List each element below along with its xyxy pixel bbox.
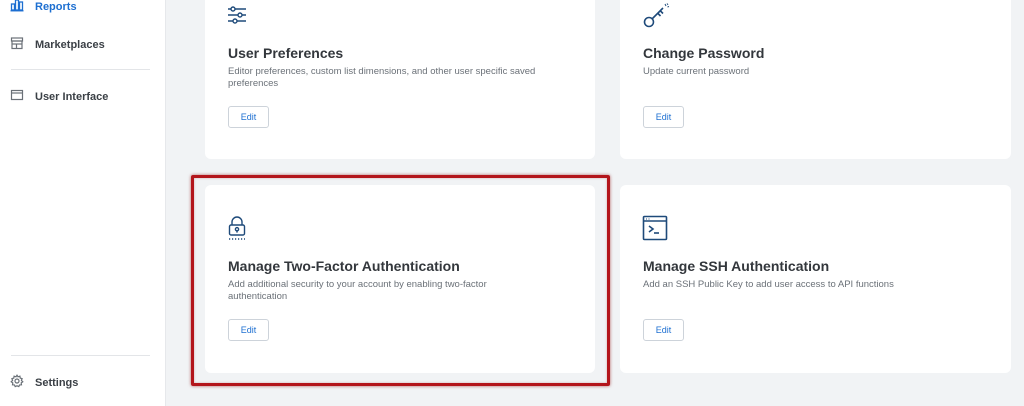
sidebar-divider bbox=[11, 69, 150, 70]
card-description: Add additional security to your account … bbox=[228, 279, 487, 302]
user-preferences-card: User Preferences Editor preferences, cus… bbox=[205, 0, 595, 159]
card-description: Editor preferences, custom list dimensio… bbox=[228, 66, 536, 89]
main-content: User Preferences Editor preferences, cus… bbox=[166, 0, 1024, 406]
two-factor-card: Manage Two-Factor Authentication Add add… bbox=[205, 185, 595, 373]
card-title: Change Password bbox=[643, 45, 765, 61]
sidebar-item-label: User Interface bbox=[35, 90, 109, 103]
bar-chart-icon bbox=[10, 0, 24, 15]
edit-user-preferences-button[interactable]: Edit bbox=[228, 106, 269, 128]
card-description: Add an SSH Public Key to add user access… bbox=[643, 279, 894, 290]
edit-change-password-button[interactable]: Edit bbox=[643, 106, 684, 128]
ssh-authentication-card: Manage SSH Authentication Add an SSH Pub… bbox=[620, 185, 1011, 373]
storefront-icon bbox=[10, 36, 24, 53]
sidebar-item-user-interface[interactable]: User Interface bbox=[10, 88, 108, 105]
sidebar-item-marketplaces[interactable]: Marketplaces bbox=[10, 36, 105, 53]
lock-icon bbox=[227, 215, 247, 246]
card-title: User Preferences bbox=[228, 45, 344, 61]
change-password-card: Change Password Update current password … bbox=[620, 0, 1011, 159]
sidebar-item-label: Reports bbox=[35, 0, 77, 13]
key-icon bbox=[642, 2, 670, 35]
sidebar-item-label: Settings bbox=[35, 376, 79, 389]
card-description: Update current password bbox=[643, 66, 750, 77]
edit-ssh-authentication-button[interactable]: Edit bbox=[643, 319, 684, 341]
sidebar-item-settings[interactable]: Settings bbox=[10, 374, 78, 391]
card-title: Manage Two-Factor Authentication bbox=[228, 258, 460, 274]
gear-icon bbox=[10, 374, 24, 391]
sidebar: Reports Marketplaces User Interface Sett… bbox=[0, 0, 166, 406]
terminal-icon bbox=[642, 215, 668, 246]
sliders-icon bbox=[227, 5, 247, 30]
card-title: Manage SSH Authentication bbox=[643, 258, 830, 274]
sidebar-divider bbox=[11, 355, 150, 356]
edit-two-factor-button[interactable]: Edit bbox=[228, 319, 269, 341]
sidebar-item-reports[interactable]: Reports bbox=[10, 0, 77, 15]
window-icon bbox=[10, 88, 24, 105]
sidebar-item-label: Marketplaces bbox=[35, 38, 105, 51]
